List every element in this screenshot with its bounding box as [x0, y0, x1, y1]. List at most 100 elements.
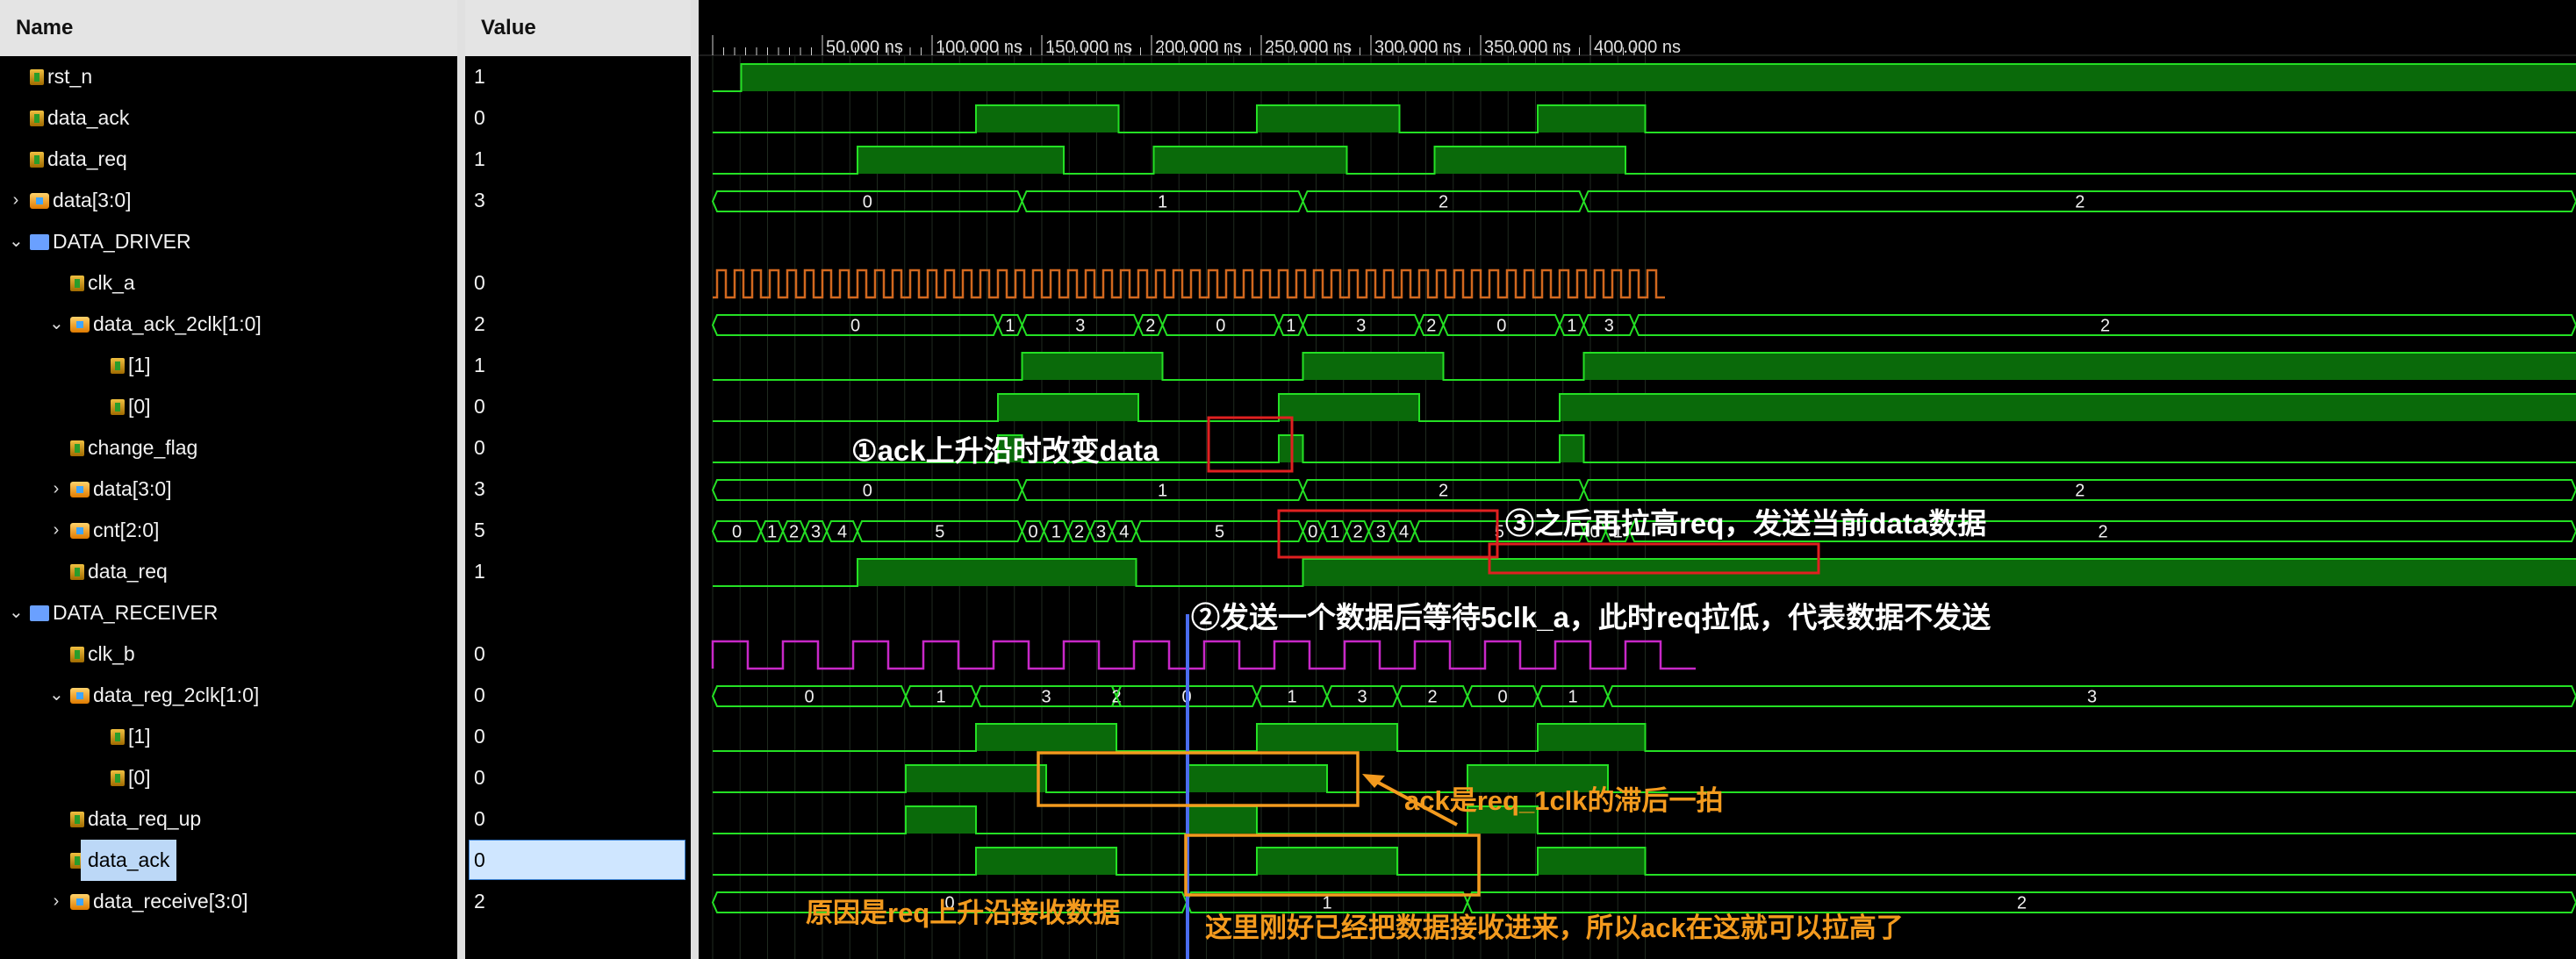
signal-name[interactable]: data_reg_2clk[1:0] [93, 675, 259, 716]
signal-name[interactable]: DATA_RECEIVER [53, 592, 218, 633]
signal-value: 1 [474, 147, 485, 170]
data-reg-2clk-value: 3 [1041, 688, 1051, 707]
signal-icon [70, 440, 84, 456]
data-ack-2clk-value: 0 [1496, 317, 1506, 336]
signal-name[interactable]: data_ack_2clk[1:0] [93, 304, 262, 345]
signal-value: 0 [474, 807, 485, 830]
cnt-value: 4 [1119, 523, 1129, 542]
signal-name[interactable]: data_ack [47, 97, 129, 139]
data-reg-2clk-value: 3 [2087, 688, 2097, 707]
signal-name[interactable]: data[3:0] [93, 469, 172, 510]
driver-data-value: 1 [1158, 482, 1167, 501]
selected-value-cell [469, 840, 685, 880]
cnt-value: 5 [1495, 523, 1504, 542]
expand-toggle-icon[interactable]: ⌄ [9, 221, 24, 262]
ruler-label: 300.000 ns [1374, 38, 1461, 57]
ack-2clk-bit0-high-region [1279, 394, 1419, 421]
data-ack-high-region [976, 105, 1119, 132]
cnt-value: 5 [1215, 523, 1224, 542]
ruler-label: 150.000 ns [1045, 38, 1132, 57]
expand-toggle-icon[interactable]: › [49, 881, 63, 922]
signal-name[interactable]: [0] [128, 386, 151, 427]
cnt-value: 0 [732, 523, 742, 542]
expand-toggle-icon[interactable]: ⌄ [9, 592, 24, 633]
ack-2clk-bit1-high-region [1583, 353, 2576, 380]
signal-name[interactable]: data_receive[3:0] [93, 881, 248, 922]
signal-name[interactable]: rst_n [47, 56, 92, 97]
signal-value: 0 [474, 106, 485, 129]
module-icon [30, 605, 49, 621]
signal-name[interactable]: [0] [128, 757, 151, 798]
bus-signal-icon [70, 894, 90, 910]
data-reg-2clk-value: 3 [1357, 688, 1367, 707]
annotation-ack-rising-edge: ①ack上升沿时改变data [851, 434, 1159, 467]
signal-icon [30, 152, 44, 168]
signal-name[interactable]: data_ack [81, 840, 177, 881]
signal-name[interactable]: DATA_DRIVER [53, 221, 191, 262]
data-reg-2clk-value: 0 [1497, 688, 1507, 707]
expand-toggle-icon[interactable]: ⌄ [49, 304, 64, 345]
reg-2clk-bit0-high-region [1187, 765, 1327, 792]
ruler-label: 250.000 ns [1265, 38, 1352, 57]
signal-name[interactable]: data[3:0] [53, 180, 132, 221]
data-req-high-region [1434, 147, 1625, 174]
module-icon [30, 234, 49, 250]
data-req-high-region [857, 147, 1064, 174]
receiver-data-ack-high-region [1538, 848, 1646, 875]
rst-n-high-region [741, 64, 2576, 91]
signal-name[interactable]: cnt[2:0] [93, 510, 159, 551]
cnt-value: 1 [1051, 523, 1061, 542]
data-ack-2clk-value: 3 [1075, 317, 1085, 336]
expand-toggle-icon[interactable]: › [9, 180, 23, 221]
ack-2clk-bit1-high-region [1022, 353, 1163, 380]
ack-2clk-bit1-high-region [1302, 353, 1444, 380]
signal-value: 3 [474, 477, 485, 500]
ack-2clk-bit0-high-region [1560, 394, 2576, 421]
ruler-label: 100.000 ns [936, 38, 1023, 57]
data-ack-2clk-value: 3 [1604, 317, 1614, 336]
name-column-header[interactable]: Name [0, 0, 457, 56]
annotation-raise-req: ③之后再拉高req，发送当前data数据 [1505, 507, 1987, 540]
cnt-value: 5 [935, 523, 944, 542]
data-ack-high-region [1257, 105, 1400, 132]
signal-name[interactable]: data_req [88, 551, 168, 592]
expand-toggle-icon[interactable]: ⌄ [49, 675, 64, 716]
signal-name[interactable]: change_flag [88, 427, 197, 469]
bus-signal-icon [70, 317, 90, 333]
bus-signal-icon [70, 523, 90, 539]
signal-name[interactable]: clk_b [88, 633, 135, 675]
signal-icon [30, 111, 44, 126]
signal-name[interactable]: data_req [47, 139, 127, 180]
expand-toggle-icon[interactable]: › [49, 469, 63, 510]
data-reg-2clk-value: 2 [1427, 688, 1437, 707]
cnt-value: 0 [1028, 523, 1037, 542]
data-reg-2clk-value: 1 [936, 688, 945, 707]
data-ack-2clk-value: 2 [1426, 317, 1436, 336]
cnt-value: 1 [767, 523, 777, 542]
bus-signal-icon [70, 688, 90, 704]
value-column-header[interactable]: Value [465, 0, 691, 56]
clk-b-trace [711, 640, 1696, 670]
signal-value: 0 [474, 725, 485, 748]
signal-icon [111, 770, 125, 786]
column-splitter[interactable] [457, 0, 465, 959]
data-reg-2clk-value: 1 [1287, 688, 1296, 707]
driver-data-value: 2 [1439, 482, 1448, 501]
wave-splitter[interactable] [691, 0, 699, 959]
signal-name[interactable]: [1] [128, 345, 151, 386]
cnt-value: 3 [811, 523, 821, 542]
data-req-high-region [1153, 147, 1347, 174]
top-data-value: 2 [1439, 193, 1448, 212]
data-req-up-high-region [1187, 806, 1257, 834]
data-ack-2clk-value: 2 [2100, 317, 2110, 336]
data-ack-2clk-value: 1 [1567, 317, 1576, 336]
signal-value: 3 [474, 189, 485, 211]
expand-toggle-icon[interactable]: › [49, 510, 63, 551]
signal-name[interactable]: [1] [128, 716, 151, 757]
signal-name[interactable]: clk_a [88, 262, 135, 304]
reg-2clk-bit1-high-region [1538, 724, 1646, 751]
cnt-value: 2 [1353, 523, 1362, 542]
signal-name[interactable]: data_req_up [88, 798, 201, 840]
signal-value: 0 [474, 848, 485, 871]
ruler-label: 200.000 ns [1155, 38, 1242, 57]
